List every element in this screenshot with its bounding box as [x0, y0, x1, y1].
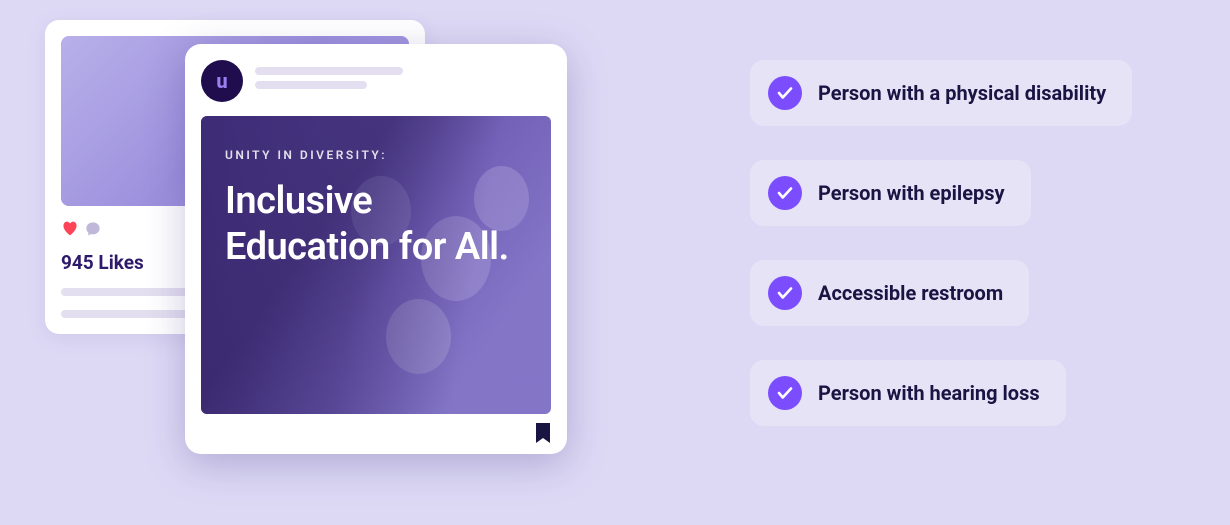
- skeleton-line: [255, 81, 367, 89]
- avatar-initial: u: [216, 69, 227, 93]
- chip-label: Accessible restroom: [818, 281, 1003, 305]
- check-icon: [768, 176, 802, 210]
- inclusion-chips-list: Person with a physical disability Person…: [640, 60, 1200, 460]
- avatar[interactable]: u: [201, 60, 243, 102]
- check-icon: [768, 276, 802, 310]
- post-footer: [201, 414, 551, 444]
- bookmark-icon[interactable]: [535, 422, 551, 444]
- chip-label: Person with epilepsy: [818, 181, 1005, 205]
- skeleton-line: [255, 67, 403, 75]
- hero-eyebrow: UNITY IN DIVERSITY:: [225, 148, 527, 162]
- check-icon: [768, 76, 802, 110]
- comment-icon[interactable]: [85, 221, 101, 241]
- chip-label: Person with a physical disability: [818, 81, 1106, 105]
- chip-label: Person with hearing loss: [818, 381, 1040, 405]
- chip-physical-disability[interactable]: Person with a physical disability: [750, 60, 1132, 126]
- check-icon: [768, 376, 802, 410]
- chip-hearing-loss[interactable]: Person with hearing loss: [750, 360, 1066, 426]
- post-header: u: [201, 60, 551, 102]
- post-hero-image: UNITY IN DIVERSITY: Inclusive Education …: [201, 116, 551, 414]
- chip-accessible-restroom[interactable]: Accessible restroom: [750, 260, 1029, 326]
- chip-epilepsy[interactable]: Person with epilepsy: [750, 160, 1031, 226]
- heart-icon[interactable]: [61, 220, 79, 241]
- hero-text: UNITY IN DIVERSITY: Inclusive Education …: [225, 148, 527, 271]
- header-skeleton: [255, 67, 551, 95]
- hero-headline: Inclusive Education for All.: [225, 178, 527, 271]
- social-post-card-front: u UNITY IN DIVERSITY: Inclusive Educatio…: [185, 44, 567, 454]
